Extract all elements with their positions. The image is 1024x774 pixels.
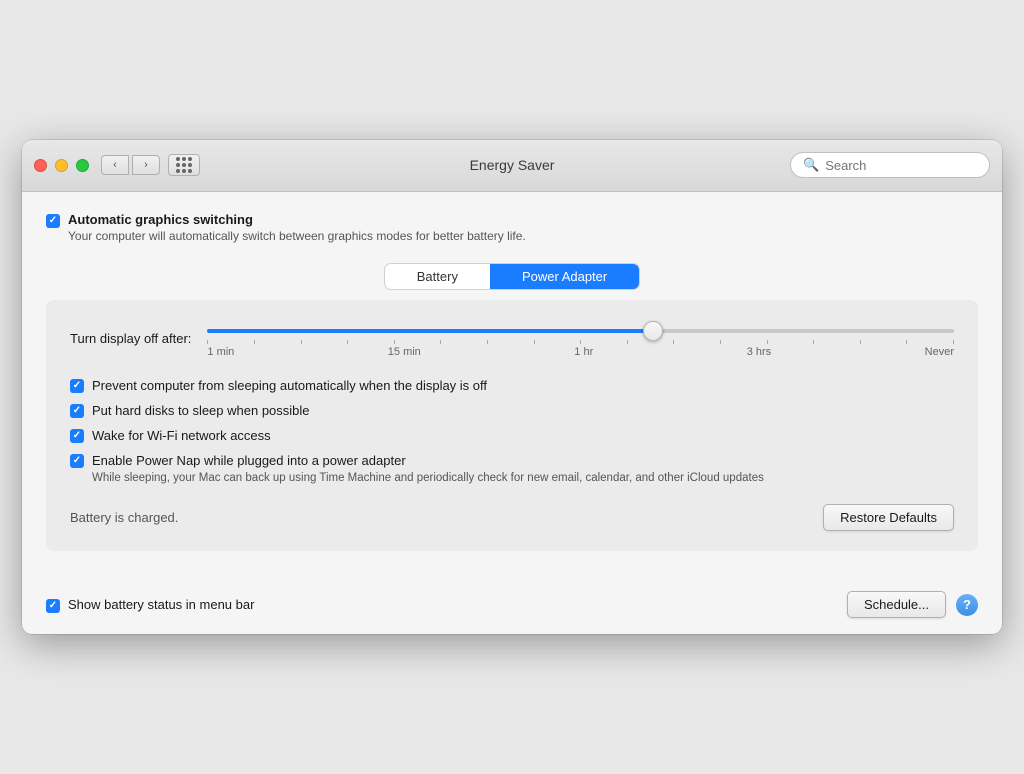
search-input[interactable] <box>825 158 977 173</box>
checkmark-icon: ✓ <box>73 380 81 391</box>
content-area: ✓ Automatic graphics switching Your comp… <box>22 192 1002 581</box>
checkmark-icon: ✓ <box>49 600 57 611</box>
nav-buttons: ‹ › <box>101 155 160 175</box>
show-battery-row: ✓ Show battery status in menu bar <box>46 597 254 613</box>
auto-graphics-text: Automatic graphics switching Your comput… <box>68 212 526 243</box>
segment-control: Battery Power Adapter <box>384 263 640 290</box>
display-sleep-slider[interactable] <box>207 329 954 333</box>
tick <box>720 340 721 344</box>
tick <box>906 340 907 344</box>
slider-row: Turn display off after: <box>70 320 954 358</box>
tick <box>394 340 395 344</box>
prevent-sleep-checkbox[interactable]: ✓ <box>70 379 84 393</box>
prevent-sleep-text-block: Prevent computer from sleeping automatic… <box>92 378 487 393</box>
tick <box>301 340 302 344</box>
wifi-label: Wake for Wi-Fi network access <box>92 428 271 443</box>
option-hard-disks: ✓ Put hard disks to sleep when possible <box>70 403 954 418</box>
schedule-button[interactable]: Schedule... <box>847 591 946 618</box>
tick <box>627 340 628 344</box>
tick <box>534 340 535 344</box>
tick <box>207 340 208 344</box>
help-button[interactable]: ? <box>956 594 978 616</box>
tick <box>767 340 768 344</box>
panel-footer: Battery is charged. Restore Defaults <box>70 504 954 531</box>
tick <box>580 340 581 344</box>
battery-status: Battery is charged. <box>70 510 178 525</box>
power-nap-checkbox[interactable]: ✓ <box>70 454 84 468</box>
bottom-bar: ✓ Show battery status in menu bar Schedu… <box>22 581 1002 634</box>
maximize-button[interactable] <box>76 159 89 172</box>
tick <box>860 340 861 344</box>
tick <box>487 340 488 344</box>
checkmark-icon: ✓ <box>73 405 81 416</box>
options-list: ✓ Prevent computer from sleeping automat… <box>70 378 954 486</box>
auto-graphics-checkbox[interactable]: ✓ <box>46 214 60 228</box>
forward-button[interactable]: › <box>132 155 160 175</box>
slider-wrapper: 1 min 15 min 1 hr 3 hrs Never <box>207 320 954 358</box>
minimize-button[interactable] <box>55 159 68 172</box>
tick-1min: 1 min <box>207 346 234 358</box>
tick <box>673 340 674 344</box>
tick-labels: 1 min 15 min 1 hr 3 hrs Never <box>207 346 954 358</box>
wifi-text-block: Wake for Wi-Fi network access <box>92 428 271 443</box>
back-button[interactable]: ‹ <box>101 155 129 175</box>
window-title: Energy Saver <box>470 157 555 173</box>
main-window: ‹ › Energy Saver 🔍 ✓ Automatic graphics … <box>22 140 1002 634</box>
battery-tab[interactable]: Battery <box>385 264 490 289</box>
hard-disks-label: Put hard disks to sleep when possible <box>92 403 310 418</box>
hard-disks-checkbox[interactable]: ✓ <box>70 404 84 418</box>
grid-button[interactable] <box>168 154 200 176</box>
auto-graphics-description: Your computer will automatically switch … <box>68 229 526 243</box>
option-wifi: ✓ Wake for Wi-Fi network access <box>70 428 954 443</box>
auto-graphics-row: ✓ Automatic graphics switching Your comp… <box>46 212 978 243</box>
titlebar: ‹ › Energy Saver 🔍 <box>22 140 1002 192</box>
tick-never: Never <box>925 346 954 358</box>
tick <box>347 340 348 344</box>
prevent-sleep-label: Prevent computer from sleeping automatic… <box>92 378 487 393</box>
search-icon: 🔍 <box>803 157 819 173</box>
close-button[interactable] <box>34 159 47 172</box>
checkmark-icon: ✓ <box>73 430 81 441</box>
tick <box>813 340 814 344</box>
show-battery-label: Show battery status in menu bar <box>68 597 254 612</box>
restore-defaults-button[interactable]: Restore Defaults <box>823 504 954 531</box>
tick <box>440 340 441 344</box>
tab-segment: Battery Power Adapter <box>46 263 978 290</box>
power-nap-text-block: Enable Power Nap while plugged into a po… <box>92 453 764 486</box>
wifi-checkbox[interactable]: ✓ <box>70 429 84 443</box>
checkmark-icon: ✓ <box>73 455 81 466</box>
tick <box>254 340 255 344</box>
hard-disks-text-block: Put hard disks to sleep when possible <box>92 403 310 418</box>
tick-15min: 15 min <box>388 346 421 358</box>
bottom-buttons: Schedule... ? <box>847 591 978 618</box>
tick <box>953 340 954 344</box>
slider-label: Turn display off after: <box>70 331 191 346</box>
option-prevent-sleep: ✓ Prevent computer from sleeping automat… <box>70 378 954 393</box>
power-nap-subtext: While sleeping, your Mac can back up usi… <box>92 470 764 486</box>
auto-graphics-title: Automatic graphics switching <box>68 212 526 227</box>
show-battery-checkbox[interactable]: ✓ <box>46 599 60 613</box>
option-power-nap: ✓ Enable Power Nap while plugged into a … <box>70 453 954 486</box>
display-sleep-section: Turn display off after: <box>70 320 954 358</box>
power-adapter-tab[interactable]: Power Adapter <box>490 264 639 289</box>
settings-panel: Turn display off after: <box>46 300 978 551</box>
tick-1hr: 1 hr <box>574 346 593 358</box>
tick-3hrs: 3 hrs <box>747 346 771 358</box>
traffic-lights <box>34 159 89 172</box>
search-bar[interactable]: 🔍 <box>790 152 990 178</box>
checkmark-icon: ✓ <box>49 215 57 226</box>
power-nap-label: Enable Power Nap while plugged into a po… <box>92 453 764 468</box>
